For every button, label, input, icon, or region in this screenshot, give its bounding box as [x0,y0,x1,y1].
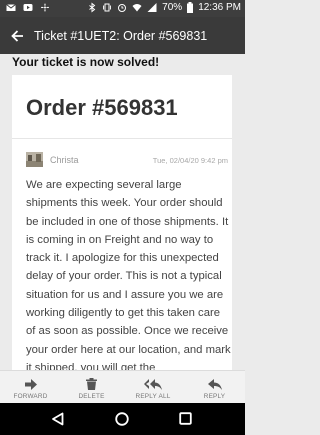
status-bar: 70% 12:36 PM [0,0,245,17]
email-icon [6,4,16,11]
wifi-icon [132,4,142,12]
reply-all-label: REPLY ALL [135,393,171,400]
back-button[interactable] [0,17,34,54]
order-title: Order #569831 [26,95,178,120]
forward-label: FORWARD [13,393,48,400]
delete-label: DELETE [78,393,105,400]
message-author: Christa [50,155,79,165]
recent-apps-icon[interactable] [179,412,192,425]
reply-icon [207,379,222,390]
reply-all-button[interactable]: REPLY ALL [122,371,184,404]
navigation-bar [0,403,245,435]
back-arrow-icon [11,29,23,42]
back-triangle-icon[interactable] [51,412,64,426]
app-bar: Ticket #1UET2: Order #569831 [0,17,245,54]
trash-icon [86,378,97,390]
battery-percentage: 70% [162,2,183,13]
home-circle-icon[interactable] [115,412,129,426]
action-bar: FORWARD DELETE REPLY ALL REPLY [0,370,245,403]
battery-icon [187,2,194,13]
signal-icon [147,3,157,12]
message-timestamp: Tue, 02/04/20 9:42 pm [152,156,228,165]
solved-banner: Your ticket is now solved! [12,55,160,69]
bluetooth-icon [89,2,96,13]
vibrate-icon [103,3,112,12]
reply-button[interactable]: REPLY [184,371,245,404]
delete-button[interactable]: DELETE [61,371,122,404]
avatar [26,152,43,167]
page-title: Ticket #1UET2: Order #569831 [34,28,208,43]
ticket-card: Order #569831 Christa Tue, 02/04/20 9:42… [12,75,232,370]
message-body: We are expecting several large shipments… [26,179,231,370]
forward-icon [24,379,37,390]
reply-all-icon [144,379,162,390]
video-icon [23,4,33,11]
alarm-icon [118,4,127,12]
clock: 12:36 PM [198,2,241,13]
divider [12,138,232,139]
forward-button[interactable]: FORWARD [0,371,61,404]
reply-label: REPLY [203,393,226,400]
fan-icon [41,3,49,12]
